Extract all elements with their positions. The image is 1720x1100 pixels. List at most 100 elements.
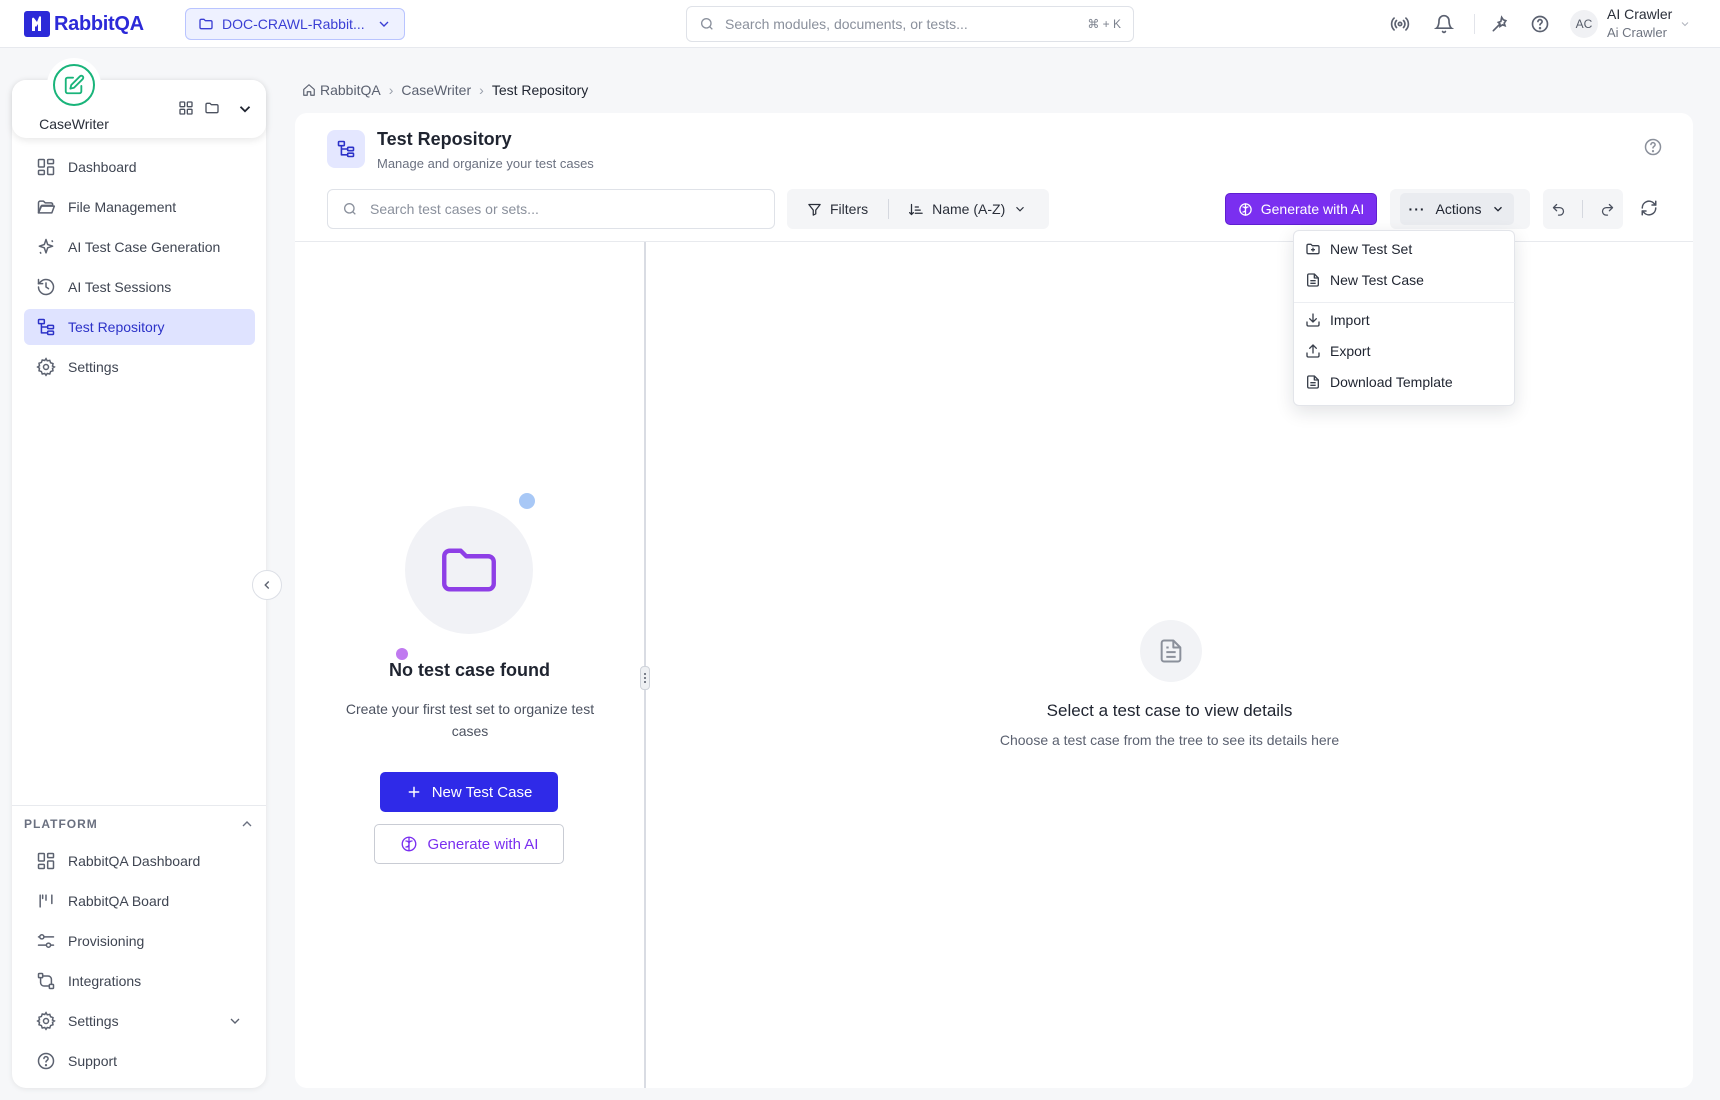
sort-dropdown[interactable]: Name (A-Z) (889, 201, 1047, 217)
menu-item-label: Download Template (1330, 374, 1453, 390)
detail-empty-description: Choose a test case from the tree to see … (999, 732, 1340, 748)
test-search-input[interactable]: Search test cases or sets... (327, 189, 775, 229)
sidebar-collapse-button[interactable] (252, 570, 282, 600)
generate-label: Generate with AI (1260, 201, 1365, 217)
menu-item-download-template[interactable]: Download Template (1305, 374, 1453, 390)
menu-item-export[interactable]: Export (1305, 343, 1370, 359)
redo-icon[interactable] (1600, 202, 1615, 217)
sidebar-item-ai-test-case-generation[interactable]: AI Test Case Generation (24, 229, 255, 265)
grid-icon (37, 158, 55, 176)
brain-icon (1238, 202, 1252, 216)
home-icon[interactable] (302, 83, 316, 97)
menu-item-new-test-case[interactable]: New Test Case (1305, 272, 1424, 288)
sidebar-item-support[interactable]: Support (24, 1043, 255, 1079)
chevron-down-icon (1494, 206, 1503, 212)
new-test-case-button[interactable]: New Test Case (380, 772, 558, 812)
search-shortcut: ⌘ + K (1087, 17, 1121, 31)
divider (1294, 302, 1516, 303)
file-text-icon (1140, 620, 1202, 682)
decorative-dot (396, 648, 408, 660)
chevron-down-icon (230, 1018, 240, 1024)
refresh-icon[interactable] (1640, 199, 1658, 217)
breadcrumb-parent[interactable]: CaseWriter (401, 82, 471, 98)
search-icon (344, 203, 356, 215)
apps-grid-icon[interactable] (178, 100, 194, 116)
generate-with-ai-button[interactable]: Generate with AI (1225, 193, 1377, 225)
board-icon (39, 894, 53, 908)
breadcrumb-home[interactable]: RabbitQA (320, 82, 381, 98)
project-selector[interactable]: DOC-CRAWL-Rabbit... (185, 8, 405, 40)
sidebar-item-ai-test-sessions[interactable]: AI Test Sessions (24, 269, 255, 305)
divider (1474, 14, 1475, 34)
global-search-input[interactable]: Search modules, documents, or tests... ⌘… (686, 6, 1134, 42)
sidebar-item-provisioning[interactable]: Provisioning (24, 923, 255, 959)
actions-label: Actions (1435, 201, 1482, 217)
search-icon (701, 18, 713, 30)
avatar[interactable]: AC (1570, 10, 1598, 38)
platform-section-header[interactable]: PLATFORM (24, 816, 255, 832)
menu-item-label: Import (1330, 312, 1370, 328)
filters-button[interactable]: Filters (787, 201, 888, 217)
sidebar-item-rabbitqa-board[interactable]: RabbitQA Board (24, 883, 255, 919)
chevron-down-icon[interactable] (236, 100, 254, 118)
project-name: DOC-CRAWL-Rabbit... (222, 16, 365, 32)
app-switcher: CaseWriter (12, 61, 266, 138)
menu-item-import[interactable]: Import (1305, 312, 1370, 328)
actions-dropdown-button[interactable]: ··· Actions (1400, 193, 1514, 225)
menu-item-label: New Test Set (1330, 241, 1413, 257)
sidebar-item-settings[interactable]: Settings (24, 349, 255, 385)
sidebar-item-platform-settings[interactable]: Settings (24, 1003, 255, 1039)
broadcast-icon[interactable] (1390, 14, 1410, 34)
sidebar-item-rabbitqa-dashboard[interactable]: RabbitQA Dashboard (24, 843, 255, 879)
empty-state-illustration (405, 506, 533, 634)
sidebar-item-dashboard[interactable]: Dashboard (24, 149, 255, 185)
sidebar-item-file-management[interactable]: File Management (24, 189, 255, 225)
rabbit-logo-icon (24, 11, 50, 37)
folder-open-icon (37, 200, 56, 214)
menu-item-label: New Test Case (1330, 272, 1424, 288)
sidebar-item-label: Provisioning (68, 933, 145, 949)
sort-icon (909, 203, 923, 215)
resize-handle[interactable] (640, 666, 650, 690)
sliders-icon (37, 934, 55, 948)
help-icon[interactable] (1530, 14, 1550, 34)
sidebar-item-label: Test Repository (68, 319, 165, 335)
new-test-case-label: New Test Case (431, 783, 533, 801)
actions-group: ··· Actions (1390, 189, 1530, 229)
sort-label: Name (A-Z) (932, 201, 1006, 217)
chevron-down-icon (1016, 206, 1025, 212)
filter-icon (808, 203, 821, 216)
brand-logo[interactable]: RabbitQA (24, 11, 144, 37)
tree-icon (327, 130, 365, 168)
test-search-placeholder: Search test cases or sets... (370, 201, 539, 217)
generate-with-ai-secondary-button[interactable]: Generate with AI (374, 824, 564, 864)
user-menu[interactable]: AI Crawler Ai Crawler (1607, 6, 1672, 40)
undo-icon[interactable] (1551, 202, 1566, 217)
upload-icon (1306, 344, 1320, 358)
theme-icon[interactable] (1490, 14, 1510, 34)
sidebar-item-label: Settings (68, 1013, 119, 1029)
sidebar-item-label: File Management (68, 199, 177, 215)
casewriter-logo[interactable] (50, 61, 98, 109)
breadcrumb-separator: › (479, 82, 484, 98)
sidebar-item-label: AI Test Case Generation (68, 239, 221, 255)
menu-item-new-test-set[interactable]: New Test Set (1305, 241, 1412, 257)
sidebar-item-label: Integrations (68, 973, 142, 989)
sidebar-item-label: Support (68, 1053, 118, 1069)
grid-icon (37, 852, 55, 870)
panel-splitter[interactable] (644, 242, 646, 1088)
bell-icon[interactable] (1434, 14, 1454, 34)
help-icon[interactable] (1643, 137, 1663, 157)
sidebar-item-test-repository[interactable]: Test Repository (24, 309, 255, 345)
divider (12, 805, 266, 806)
filter-sort-group: Filters Name (A-Z) (787, 189, 1049, 229)
sidebar-item-integrations[interactable]: Integrations (24, 963, 255, 999)
integrations-icon (37, 972, 55, 990)
folder-icon[interactable] (204, 100, 220, 116)
chevron-down-icon[interactable] (1679, 18, 1691, 30)
sidebar-item-label: Settings (68, 359, 119, 375)
breadcrumb: RabbitQA › CaseWriter › Test Repository (302, 82, 588, 98)
chevron-down-icon (379, 21, 389, 27)
page-subtitle: Manage and organize your test cases (377, 156, 594, 171)
breadcrumb-separator: › (388, 82, 394, 98)
